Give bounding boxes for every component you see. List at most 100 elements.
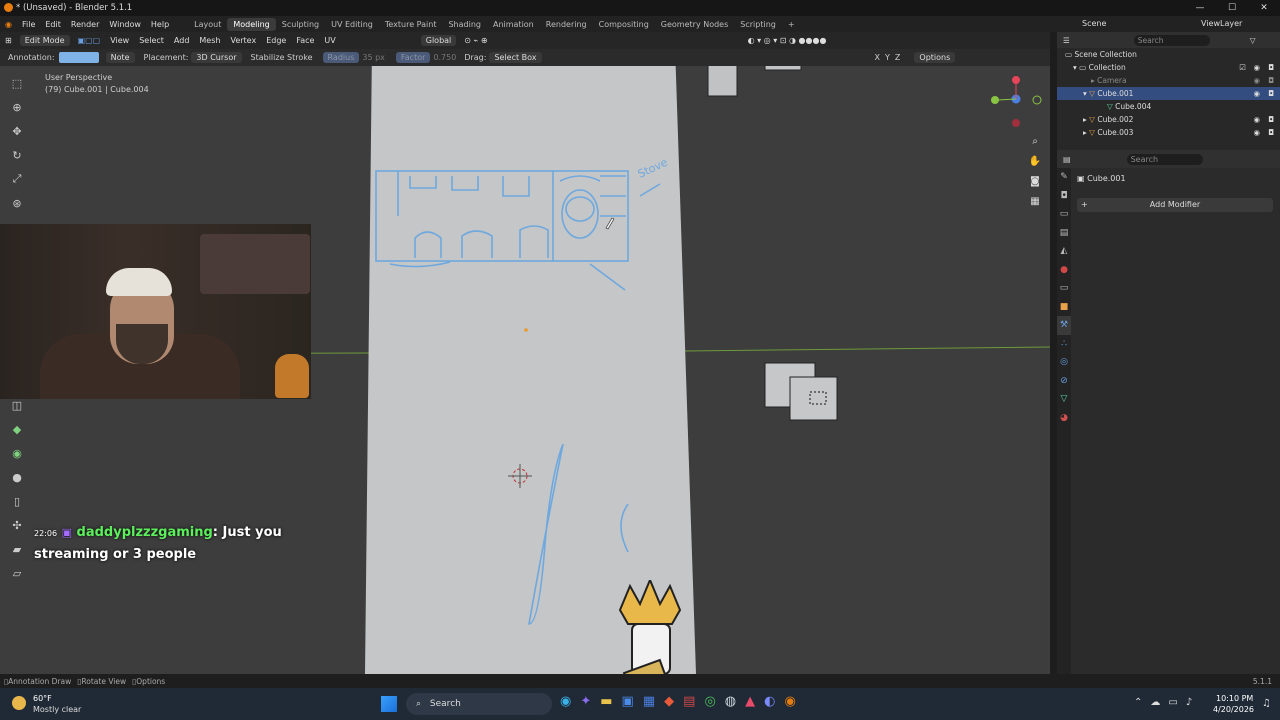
modifier-tab-icon[interactable]: ⚒ [1057, 316, 1071, 335]
tab-compositing[interactable]: Compositing [593, 18, 655, 31]
outliner-item-cube-003[interactable]: ▸ ▽ Cube.003 ◉ ◘ [1057, 126, 1280, 139]
outliner-item-cube-002[interactable]: ▸ ▽ Cube.002 ◉ ◘ [1057, 113, 1280, 126]
overlay-icons[interactable]: ◐ ▾ ◎ ▾ ⊡ ◑ ●●●● [743, 36, 832, 45]
blender-taskbar-icon[interactable]: ◉ [784, 694, 795, 709]
close-button[interactable]: ✕ [1248, 0, 1280, 16]
checkbox-icon[interactable]: ☑ [1239, 63, 1246, 72]
snap-icon[interactable]: ⊙ ⌁ ⊕ [459, 36, 492, 45]
scale-tool-icon[interactable]: ⤢ [6, 168, 28, 190]
brave-icon[interactable]: ◆ [664, 694, 674, 709]
menu-window[interactable]: Window [104, 20, 146, 29]
app-red-icon[interactable]: ▤ [683, 694, 695, 709]
tab-shading[interactable]: Shading [442, 18, 487, 31]
camera-render-icon[interactable]: ◘ [1268, 89, 1274, 98]
menu-mesh[interactable]: Mesh [194, 36, 225, 45]
collection-tab-icon[interactable]: ▭ [1057, 279, 1071, 298]
smooth-tool-icon[interactable]: ● [6, 466, 28, 488]
weather-desc[interactable]: Mostly clear [33, 705, 81, 714]
volume-icon[interactable]: ♪ [1186, 697, 1192, 708]
eye-icon[interactable]: ◉ [1253, 89, 1260, 98]
scene-tab-icon[interactable]: ◭ [1057, 242, 1071, 261]
file-explorer-icon[interactable]: ▬ [600, 694, 612, 709]
note-layer-selector[interactable]: Note [105, 52, 135, 63]
object-tab-icon[interactable]: ■ [1057, 298, 1071, 317]
output-tab-icon[interactable]: ▭ [1057, 205, 1071, 224]
store-icon[interactable]: ▣ [622, 694, 634, 709]
edge-browser-icon[interactable]: ◉ [560, 694, 571, 709]
outliner-item-cube-004[interactable]: ▽ Cube.004 [1057, 100, 1280, 113]
transform-tool-icon[interactable]: ⊛ [6, 192, 28, 214]
copilot-icon[interactable]: ✦ [580, 694, 591, 709]
add-workspace-button[interactable]: + [782, 18, 801, 31]
outliner-item-scene-collection[interactable]: ▭ Scene Collection [1057, 48, 1280, 61]
adobe-icon[interactable]: ▲ [745, 694, 755, 709]
constraints-tab-icon[interactable]: ⊘ [1057, 372, 1071, 391]
spin-tool-icon[interactable]: ◉ [6, 442, 28, 464]
eye-icon[interactable]: ◉ [1253, 128, 1260, 137]
orientation-selector[interactable]: Global [420, 35, 457, 46]
select-tool-icon[interactable]: ⬚ [6, 72, 28, 94]
scene-selector[interactable]: Scene [1082, 19, 1106, 28]
poly-build-tool-icon[interactable]: ◆ [6, 418, 28, 440]
menu-face[interactable]: Face [291, 36, 319, 45]
tray-cloud-icon[interactable]: ☁ [1150, 697, 1160, 708]
discord-icon[interactable]: ◐ [764, 694, 775, 709]
material-tab-icon[interactable]: ◕ [1057, 409, 1071, 428]
cursor-tool-icon[interactable]: ⊕ [6, 96, 28, 118]
properties-search-input[interactable]: Search [1126, 153, 1203, 165]
edge-slide-tool-icon[interactable]: ▯ [6, 490, 28, 512]
factor-field[interactable]: Factor [395, 52, 431, 63]
outliner-search-input[interactable]: Search [1133, 34, 1210, 46]
camera-render-icon[interactable]: ◘ [1268, 128, 1274, 137]
blender-menu-icon[interactable]: ◉ [0, 20, 17, 29]
windows-start-icon[interactable] [381, 696, 397, 712]
axis-x-toggle[interactable]: X [875, 53, 880, 62]
expand-icon[interactable]: ▸ [1083, 115, 1087, 124]
weather-icon[interactable] [12, 696, 26, 710]
menu-vertex[interactable]: Vertex [225, 36, 261, 45]
eye-icon[interactable]: ◉ [1253, 76, 1260, 85]
placement-selector[interactable]: 3D Cursor [191, 52, 242, 63]
tab-uv-editing[interactable]: UV Editing [325, 18, 379, 31]
menu-help[interactable]: Help [146, 20, 174, 29]
grid-perspective-icon[interactable]: ▦ [1028, 192, 1042, 212]
camera-view-icon[interactable]: ◙ [1028, 172, 1042, 192]
steam-icon[interactable]: ◍ [725, 694, 736, 709]
tab-sculpting[interactable]: Sculpting [276, 18, 325, 31]
select-mode-icon[interactable]: ▣▢▢ [73, 36, 106, 45]
radius-value[interactable]: 35 px [362, 53, 385, 62]
stabilize-stroke-checkbox[interactable]: Stabilize Stroke [251, 53, 313, 62]
physics-tab-icon[interactable]: ◎ [1057, 353, 1071, 372]
radius-field[interactable]: Radius [322, 52, 360, 63]
expand-icon[interactable]: ▾ [1073, 63, 1077, 72]
chrome-icon[interactable]: ◎ [704, 694, 715, 709]
expand-icon[interactable]: ▸ [1083, 128, 1087, 137]
tab-scripting[interactable]: Scripting [734, 18, 782, 31]
outliner-editor-icon[interactable]: ☰ [1063, 36, 1070, 45]
menu-select[interactable]: Select [134, 36, 169, 45]
camera-render-icon[interactable]: ◘ [1268, 63, 1274, 72]
data-tab-icon[interactable]: ▽ [1057, 390, 1071, 409]
expand-icon[interactable]: ▾ [1083, 89, 1087, 98]
world-tab-icon[interactable]: ● [1057, 261, 1071, 280]
outliner-item-cube-001[interactable]: ▾ ▽ Cube.001 ◉ ◘ [1057, 87, 1280, 100]
shear-tool-icon[interactable]: ▰ [6, 538, 28, 560]
camera-render-icon[interactable]: ◘ [1268, 115, 1274, 124]
menu-edge[interactable]: Edge [261, 36, 291, 45]
move-tool-icon[interactable]: ✥ [6, 120, 28, 142]
tool-tab-icon[interactable]: ✎ [1057, 168, 1071, 187]
tab-modeling[interactable]: Modeling [227, 17, 276, 31]
axis-y-toggle[interactable]: Y [885, 53, 890, 62]
taskbar-time[interactable]: 10:10 PM [1216, 694, 1253, 703]
menu-uv[interactable]: UV [319, 36, 340, 45]
editor-type-icon[interactable]: ⊞ [0, 36, 17, 45]
maximize-button[interactable]: ☐ [1216, 0, 1248, 16]
shrink-fatten-tool-icon[interactable]: ✣ [6, 514, 28, 536]
taskbar-date[interactable]: 4/20/2026 [1213, 705, 1254, 714]
notification-bell-icon[interactable]: ♫ [1262, 698, 1271, 709]
menu-render[interactable]: Render [66, 20, 104, 29]
annotation-color-swatch[interactable] [58, 52, 99, 63]
mode-selector[interactable]: Edit Mode [19, 35, 70, 46]
tab-rendering[interactable]: Rendering [540, 18, 593, 31]
add-modifier-button[interactable]: + Add Modifier [1077, 198, 1273, 212]
